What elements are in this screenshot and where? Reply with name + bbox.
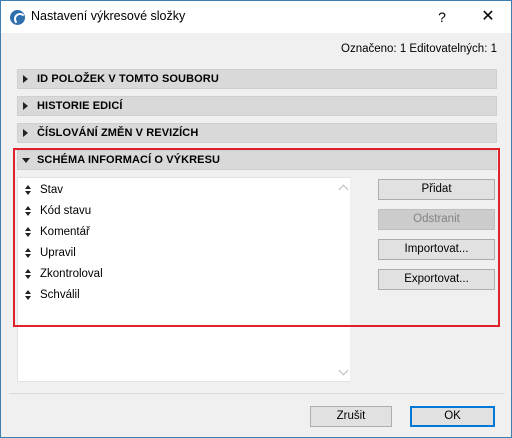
- scroll-down-icon[interactable]: [338, 365, 349, 376]
- window-title: Nastavení výkresové složky: [31, 9, 186, 23]
- section-item-ids[interactable]: ID POLOŽEK V TOMTO SOUBORU: [17, 69, 497, 89]
- archicad-app-icon: [10, 10, 25, 25]
- expand-arrow-icon: [23, 129, 28, 137]
- highlight-box: [13, 148, 500, 327]
- selection-status: Označeno: 1 Editovatelných: 1: [341, 43, 497, 55]
- footer-divider: [9, 393, 505, 394]
- title-bar: Nastavení výkresové složky ? ✕: [1, 1, 511, 33]
- section-edit-history[interactable]: HISTORIE EDICÍ: [17, 96, 497, 116]
- close-icon[interactable]: ✕: [465, 1, 511, 33]
- section-label: ID POLOŽEK V TOMTO SOUBORU: [37, 73, 219, 85]
- section-label: HISTORIE EDICÍ: [37, 100, 123, 112]
- section-label: ČÍSLOVÁNÍ ZMĚN V REVIZÍCH: [37, 127, 199, 139]
- cancel-button[interactable]: Zrušit: [310, 406, 392, 427]
- expand-arrow-icon: [23, 75, 28, 83]
- dialog-window: Nastavení výkresové složky ? ✕ Označeno:…: [0, 0, 512, 438]
- expand-arrow-icon: [23, 102, 28, 110]
- section-revision-numbering[interactable]: ČÍSLOVÁNÍ ZMĚN V REVIZÍCH: [17, 123, 497, 143]
- ok-button[interactable]: OK: [410, 406, 495, 427]
- help-button[interactable]: ?: [419, 1, 465, 33]
